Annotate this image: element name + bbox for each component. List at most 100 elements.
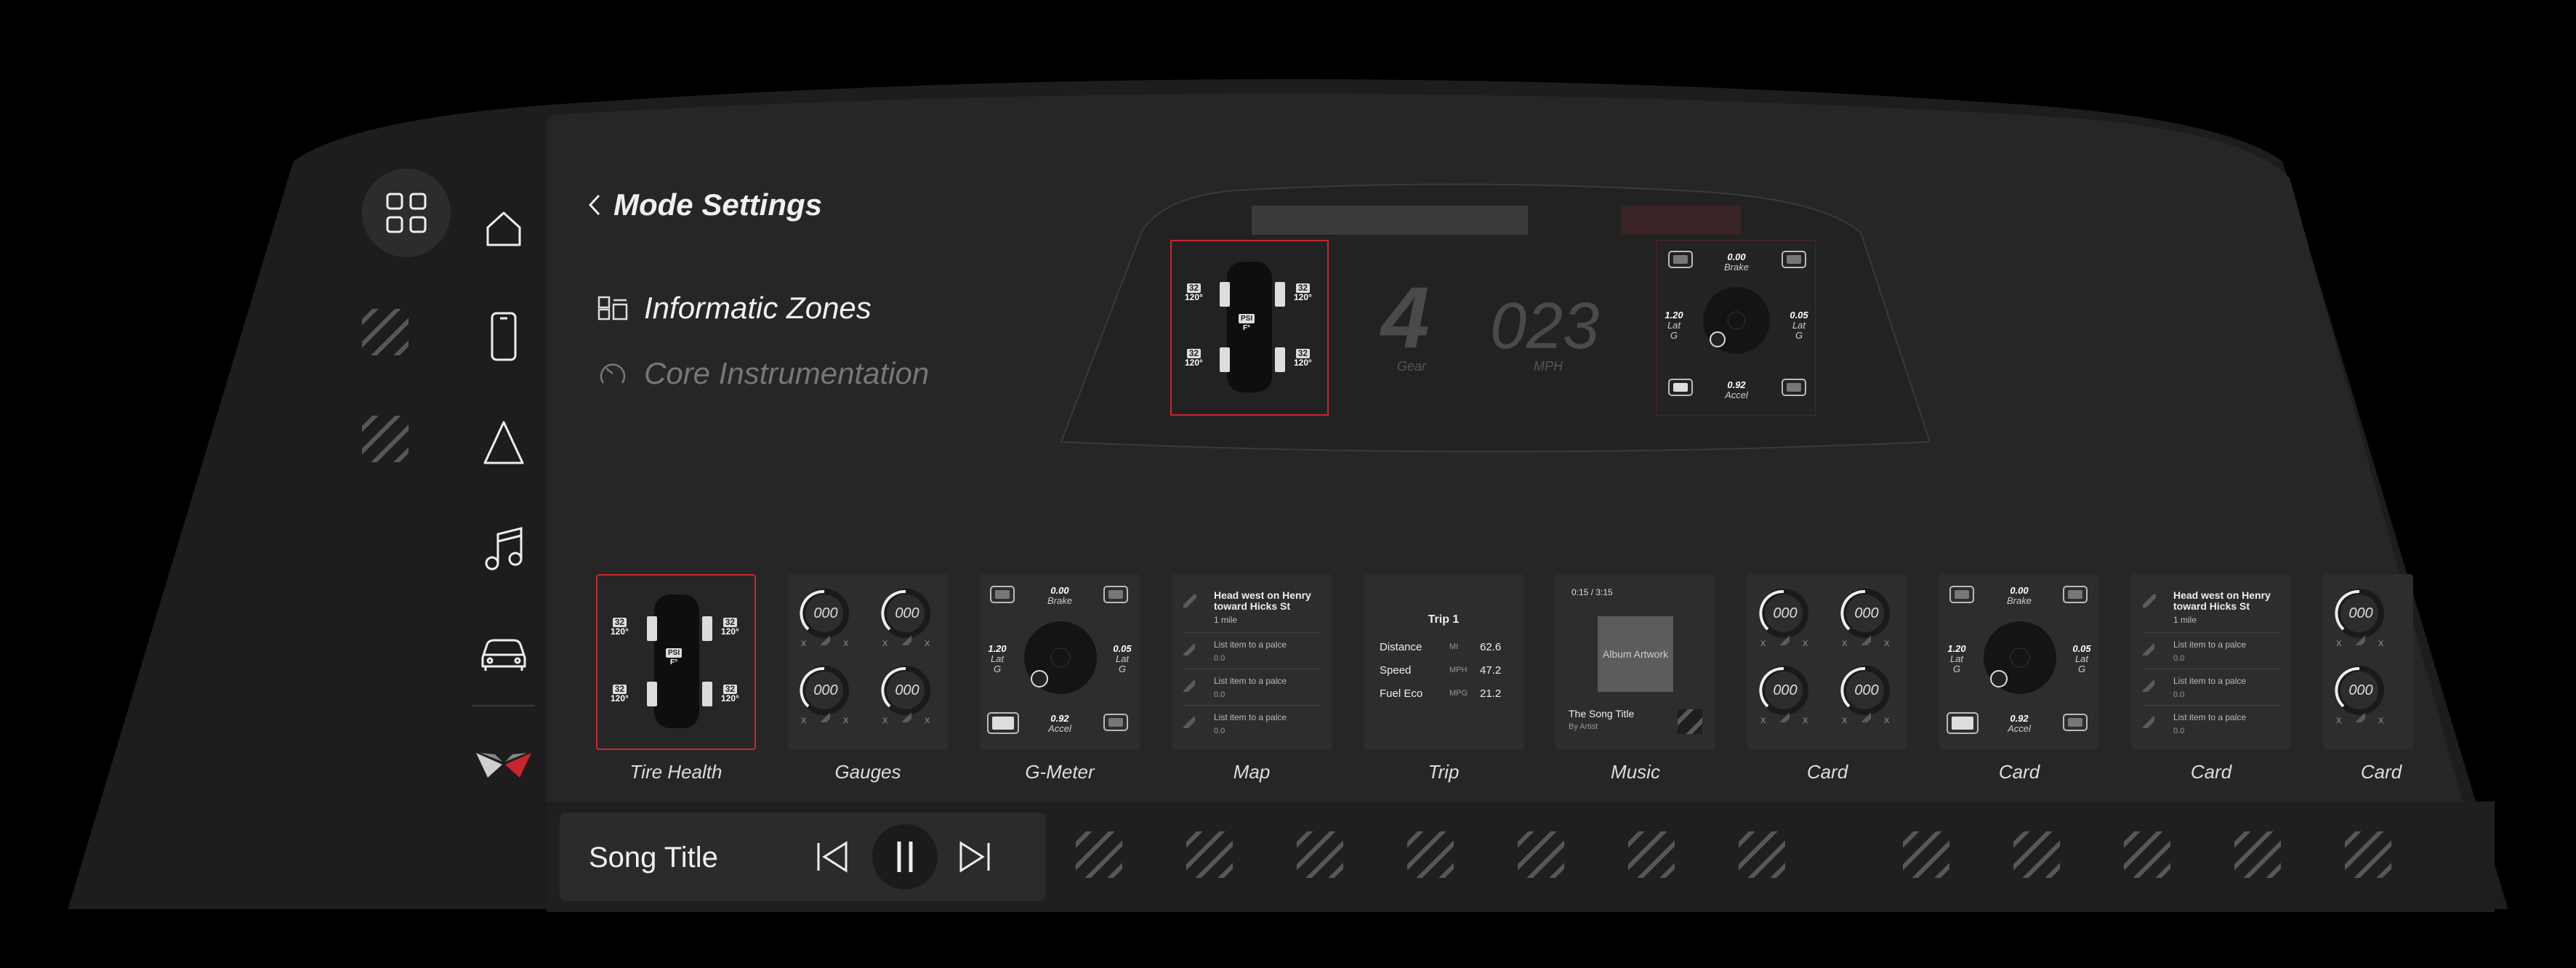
corvette-logo: [476, 753, 531, 778]
brand-button[interactable]: [472, 733, 535, 795]
apps-grid-button[interactable]: [362, 169, 451, 257]
gmeter-dial: [1984, 621, 2056, 694]
tire-unit: PSI F°: [1239, 314, 1255, 333]
previous-track-button[interactable]: [814, 839, 850, 875]
placeholder-app-icon[interactable]: [2124, 831, 2170, 878]
mini-gauge: 000: [1840, 589, 1890, 638]
music-artist: By Artist: [1569, 722, 1598, 731]
tire-fl: [1220, 282, 1230, 307]
menu-item-label: Informatic Zones: [644, 291, 872, 325]
gmeter-button[interactable]: [2063, 714, 2088, 731]
placeholder-app-icon[interactable]: [1076, 831, 1122, 878]
car-icon: [481, 639, 526, 671]
home-button[interactable]: [472, 198, 535, 260]
map-distance: 1 mile: [1214, 615, 1238, 625]
gmeter-button[interactable]: [2063, 586, 2088, 603]
menu-item-informatic-zones[interactable]: Informatic Zones: [597, 291, 872, 326]
placeholder-app-icon[interactable]: [1407, 831, 1454, 878]
gmeter-button[interactable]: [1782, 379, 1806, 396]
trip-value: 47.2: [1480, 664, 1502, 677]
gauge-value: 000: [895, 682, 919, 698]
navigation-button[interactable]: [472, 411, 535, 474]
tire-rl: [1220, 347, 1230, 372]
gauge-x: X: [843, 717, 849, 725]
gauge-icon: [2355, 712, 2365, 722]
placeholder-app-icon[interactable]: [1186, 831, 1233, 878]
vehicle-button[interactable]: [472, 622, 535, 685]
gauge-value: 000: [2348, 605, 2372, 621]
placeholder-app-icon[interactable]: [1297, 831, 1343, 878]
list-item-text: List item to a palce: [1214, 640, 1287, 650]
media-player[interactable]: Song Title: [560, 812, 1045, 901]
zone-card-tire[interactable]: 32 120° 32 120° 32 120° 32 120° PSI F°: [596, 574, 756, 750]
menu-item-core-instrumentation[interactable]: Core Instrumentation: [597, 356, 929, 391]
gauge-x: X: [882, 717, 888, 725]
pause-button[interactable]: [872, 824, 938, 890]
gauge-icon: [2355, 635, 2365, 645]
list-item-value: 0.0: [1214, 654, 1225, 663]
placeholder-slot-icon[interactable]: [362, 416, 408, 462]
trip-value: 62.6: [1480, 641, 1502, 653]
list-item-value: 0.0: [2173, 654, 2185, 663]
music-time: 0:15 / 3:15: [1571, 587, 1613, 597]
mini-gauge: 000: [1840, 666, 1890, 715]
gauge-x: X: [925, 640, 930, 648]
music-action-icon[interactable]: [1678, 709, 1702, 734]
gauge-x: X: [1803, 717, 1808, 725]
back-button[interactable]: Mode Settings: [587, 187, 822, 222]
zone-card-map[interactable]: Head west on Henry toward Hicks St 1 mil…: [2131, 574, 2291, 750]
music-button[interactable]: [472, 517, 535, 580]
list-item-text: List item to a palce: [1214, 712, 1287, 722]
gauge-value: 000: [2348, 682, 2372, 698]
zone-card-gauges[interactable]: 000 X X 000 X X 000 X X 000 X X: [2323, 574, 2413, 750]
gmeter-lat-left: 1.20 Lat G: [1665, 310, 1683, 341]
zone-card-gauges[interactable]: 000 X X 000 X X 000 X X 000 X X: [1747, 574, 1907, 750]
tire: [702, 616, 712, 641]
map-distance: 1 mile: [2173, 615, 2197, 625]
placeholder-slot-icon[interactable]: [362, 309, 408, 355]
list-item-value: 0.0: [2173, 727, 2185, 735]
gmeter-button[interactable]: [1947, 712, 1979, 734]
next-track-button[interactable]: [957, 839, 993, 875]
tire-fl-readout: 32 120°: [1185, 283, 1203, 302]
gmeter-brake: 0.00 Brake: [2007, 585, 2032, 606]
pause-icon: [897, 842, 913, 872]
tire-rr-readout: 32 120°: [1294, 348, 1312, 368]
map-heading: Head west on Henry toward Hicks St: [2173, 589, 2271, 612]
gauge-x: X: [2336, 640, 2342, 648]
placeholder-app-icon[interactable]: [1903, 831, 1949, 878]
cluster-tire-zone[interactable]: 32 120° 32 120° 32 120° 32 120° PSI F°: [1170, 240, 1329, 416]
tire-readout: 32 120°: [611, 684, 629, 703]
zone-card-gmeter[interactable]: 0.00 Brake 0.92 Accel 1.20 Lat G 0.05 Lat G: [1939, 574, 2099, 750]
divider: [1183, 705, 1320, 706]
list-item-icon: [2143, 680, 2154, 692]
gmeter-button[interactable]: [1103, 586, 1128, 603]
zone-card-music[interactable]: 0:15 / 3:15 Album Artwork The Song Title…: [1555, 574, 1715, 750]
trip-unit: MPG: [1449, 689, 1468, 698]
gmeter-button[interactable]: [1103, 714, 1128, 731]
gmeter-button[interactable]: [1782, 251, 1806, 268]
placeholder-app-icon[interactable]: [2013, 831, 2060, 878]
zone-card-gmeter[interactable]: 0.00 Brake 0.92 Accel 1.20 Lat G 0.05 Lat G: [980, 574, 1140, 750]
gmeter-button[interactable]: [990, 586, 1015, 603]
trip-unit: MPH: [1449, 666, 1468, 674]
list-item-text: List item to a palce: [2173, 676, 2247, 686]
divider: [2143, 705, 2279, 706]
placeholder-app-icon[interactable]: [2234, 831, 2281, 878]
zone-card-label: Gauges: [834, 761, 901, 783]
gmeter-button[interactable]: [987, 712, 1019, 734]
placeholder-app-icon[interactable]: [1628, 831, 1675, 878]
gmeter-button[interactable]: [1949, 586, 1974, 603]
placeholder-app-icon[interactable]: [2345, 831, 2391, 878]
gmeter-button[interactable]: [1668, 251, 1693, 268]
zone-card-gauges[interactable]: 000 X X 000 X X 000 X X 000 X X: [788, 574, 948, 750]
gauge-x: X: [882, 640, 888, 648]
placeholder-app-icon[interactable]: [1739, 831, 1785, 878]
zone-card-trip[interactable]: Trip 1 Distance MI 62.6 Speed MPH 47.2 Fuel…: [1364, 574, 1524, 750]
divider: [2143, 632, 2279, 633]
zone-card-map[interactable]: Head west on Henry toward Hicks St 1 mil…: [1172, 574, 1332, 750]
placeholder-app-icon[interactable]: [1518, 831, 1564, 878]
cluster-gmeter-zone[interactable]: 0.00 Brake 0.92 Accel 1.20 Lat G 0.05 Lat G: [1656, 240, 1816, 416]
phone-button[interactable]: [472, 305, 535, 368]
gmeter-button[interactable]: [1668, 379, 1693, 396]
